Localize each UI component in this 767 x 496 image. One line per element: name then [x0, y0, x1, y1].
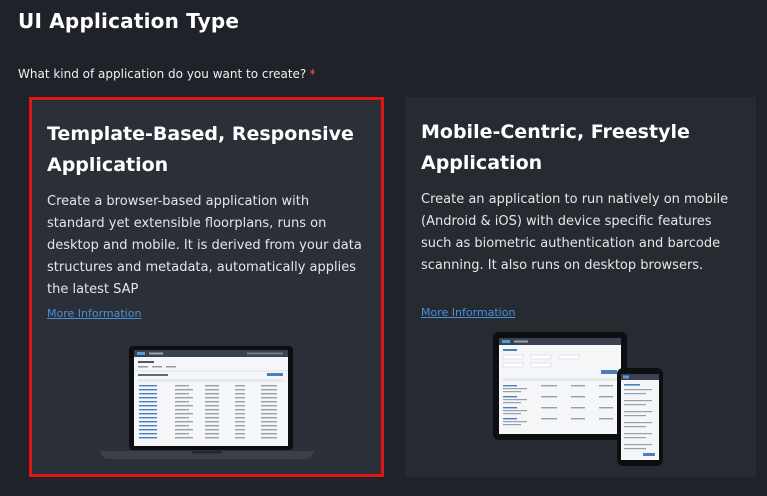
page-title: UI Application Type — [18, 9, 240, 33]
card-title: Mobile-Centric, Freestyle Application — [421, 117, 740, 179]
card-title-line1: Template-Based, Responsive — [47, 123, 354, 145]
card-title-line2: Application — [47, 154, 169, 176]
card-title-line1: Mobile-Centric, Freestyle — [421, 121, 690, 143]
required-marker: * — [309, 67, 316, 81]
card-description: Create a browser-based application with … — [47, 194, 362, 297]
application-type-question: What kind of application do you want to … — [18, 67, 315, 81]
card-title: Template-Based, Responsive Application — [47, 119, 366, 181]
card-title-line2: Application — [421, 152, 543, 174]
more-information-link[interactable]: More Information — [421, 306, 515, 319]
ui-application-type-page: UI Application Type What kind of applica… — [0, 0, 767, 496]
more-information-link[interactable]: More Information — [47, 307, 141, 320]
template-based-app-card[interactable]: Template-Based, Responsive Application C… — [29, 97, 384, 477]
mobile-centric-app-card[interactable]: Mobile-Centric, Freestyle Application Cr… — [405, 97, 756, 477]
card-description: Create an application to run natively on… — [421, 192, 729, 273]
laptop-app-illustration — [99, 346, 315, 459]
tablet-phone-app-illustration — [493, 332, 663, 466]
question-label: What kind of application do you want to … — [18, 67, 307, 81]
